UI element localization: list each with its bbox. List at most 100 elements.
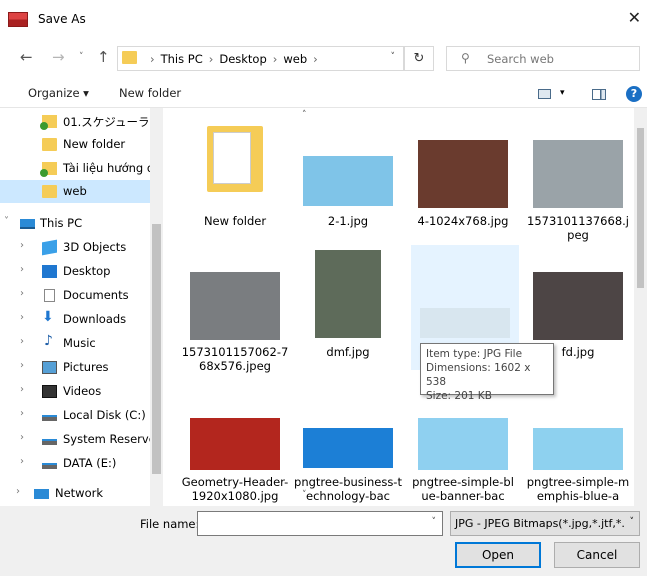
sidebar-item-network[interactable]: › Network <box>0 482 150 505</box>
sidebar-item-videos[interactable]: › Videos <box>0 380 150 403</box>
file-name: 2-1.jpg <box>327 214 369 228</box>
tooltip-dimensions: Dimensions: 1602 x 538 <box>426 362 531 388</box>
breadcrumb-this-pc[interactable]: This PC <box>161 52 203 66</box>
sidebar-item-new-folder[interactable]: New folder <box>0 133 150 156</box>
file-tile[interactable]: 1573101157062-768x576.jpeg <box>181 248 289 373</box>
command-toolbar: Organize ▾ New folder ▾ ? <box>0 80 647 108</box>
chevron-right-icon[interactable]: › <box>20 240 24 251</box>
folder-icon <box>122 51 137 64</box>
file-name-input[interactable]: ˅ <box>197 511 443 536</box>
file-tile[interactable]: pngtree-simple-blue-banner-bac <box>409 408 517 506</box>
file-list-scroll-thumb[interactable] <box>637 128 644 288</box>
sidebar-item-label: Pictures <box>63 360 109 374</box>
file-tile[interactable]: 4-1024x768.jpg <box>409 118 517 228</box>
file-info-tooltip: Item type: JPG File Dimensions: 1602 x 5… <box>420 343 554 402</box>
forward-arrow-icon[interactable]: → <box>52 48 65 66</box>
chevron-right-icon[interactable]: › <box>20 456 24 467</box>
sidebar-item-label: 01.スケジューラ <box>63 115 150 129</box>
disk-icon <box>42 463 57 469</box>
view-options-icon[interactable] <box>538 89 551 99</box>
file-tile[interactable]: Geometry-Header-1920x1080.jpg <box>181 408 289 506</box>
close-icon[interactable]: ✕ <box>628 8 641 27</box>
breadcrumb-separator-icon[interactable]: › <box>273 52 278 66</box>
chevron-down-icon[interactable]: ˅ <box>4 216 9 227</box>
sidebar-item-label: Network <box>55 486 104 500</box>
sidebar-item-web[interactable]: web <box>0 180 150 203</box>
address-dropdown-icon[interactable]: ˅ <box>391 52 396 62</box>
file-list-scrollbar[interactable] <box>634 108 647 506</box>
help-icon[interactable]: ? <box>626 86 642 102</box>
cube-icon <box>42 239 57 256</box>
breadcrumb: › This PC › Desktop › web › <box>144 52 324 66</box>
new-folder-button[interactable]: New folder <box>119 86 181 100</box>
image-thumbnail <box>303 428 393 468</box>
chevron-right-icon[interactable]: › <box>20 408 24 419</box>
sidebar-item-this-pc[interactable]: ˅ This PC <box>0 212 150 235</box>
chevron-right-icon[interactable]: › <box>20 264 24 275</box>
sidebar-item-label: Downloads <box>63 312 127 326</box>
sidebar-item-label: Documents <box>63 288 129 302</box>
sidebar-scrollbar[interactable]: ˄ ˅ <box>150 108 307 506</box>
file-type-dropdown-icon[interactable]: ˅ <box>629 517 634 527</box>
breadcrumb-desktop[interactable]: Desktop <box>219 52 266 66</box>
sidebar-item-label: Videos <box>63 384 102 398</box>
tooltip-item-type: Item type: JPG File <box>426 348 523 360</box>
pc-icon <box>20 219 35 229</box>
sidebar-item-scheduler[interactable]: 01.スケジューラ <box>0 110 150 133</box>
sidebar-item-label: Tài liệu hướng dẫ <box>63 161 150 175</box>
sidebar-item-music[interactable]: › ♪ Music <box>0 332 150 355</box>
file-name-dropdown-icon[interactable]: ˅ <box>432 517 437 527</box>
up-arrow-icon[interactable]: ↑ <box>97 48 110 66</box>
documents-icon <box>44 289 55 302</box>
back-arrow-icon[interactable]: ← <box>20 48 33 66</box>
search-input[interactable]: ⚲ Search web <box>446 46 640 71</box>
preview-pane-icon[interactable] <box>592 89 606 100</box>
disk-icon <box>42 439 57 445</box>
breadcrumb-separator-icon[interactable]: › <box>209 52 214 66</box>
sidebar-scroll-thumb[interactable] <box>152 224 161 474</box>
open-button[interactable]: Open <box>455 542 541 568</box>
recent-locations-chevron-icon[interactable]: ˅ <box>79 52 84 62</box>
sidebar-item-label: This PC <box>40 216 83 230</box>
image-thumbnail <box>533 140 623 208</box>
file-tile[interactable]: New folder <box>181 118 289 228</box>
chevron-right-icon[interactable]: › <box>20 312 24 323</box>
chevron-right-icon[interactable]: › <box>20 384 24 395</box>
sidebar-item-label: DATA (E:) <box>63 456 117 470</box>
disk-icon <box>42 415 57 421</box>
file-tile[interactable]: pngtree-business-technology-bac <box>294 408 402 506</box>
app-icon <box>8 12 28 27</box>
sidebar-item-3d-objects[interactable]: › 3D Objects <box>0 236 150 259</box>
sidebar-item-downloads[interactable]: › ⬇ Downloads <box>0 308 150 331</box>
sidebar-item-local-disk-c[interactable]: › Local Disk (C:) <box>0 404 150 427</box>
sidebar-item-documents[interactable]: › Documents <box>0 284 150 307</box>
chevron-right-icon[interactable]: › <box>20 360 24 371</box>
breadcrumb-web[interactable]: web <box>283 52 307 66</box>
view-dropdown-icon[interactable]: ▾ <box>560 88 565 98</box>
sidebar-item-desktop[interactable]: › Desktop <box>0 260 150 283</box>
sidebar-item-system-reserved[interactable]: › System Reserved <box>0 428 150 451</box>
sidebar-item-label: 3D Objects <box>63 240 127 254</box>
refresh-button[interactable]: ↻ <box>404 46 434 71</box>
music-icon: ♪ <box>44 333 53 349</box>
sidebar-item-tai-lieu[interactable]: Tài liệu hướng dẫ <box>0 157 150 180</box>
chevron-right-icon[interactable]: › <box>20 336 24 347</box>
sidebar-item-data-e[interactable]: › DATA (E:) <box>0 452 150 475</box>
sidebar-item-pictures[interactable]: › Pictures <box>0 356 150 379</box>
cancel-button[interactable]: Cancel <box>554 542 640 568</box>
breadcrumb-separator-icon[interactable]: › <box>313 52 318 66</box>
image-thumbnail <box>533 272 623 340</box>
image-thumbnail <box>418 418 508 470</box>
chevron-right-icon[interactable]: › <box>16 486 20 497</box>
file-type-select[interactable]: JPG - JPEG Bitmaps(*.jpg,*.jtf,*. ˅ <box>450 511 640 536</box>
organize-menu-button[interactable]: Organize ▾ <box>28 86 89 100</box>
file-tile[interactable]: pngtree-simple-memphis-blue-a <box>524 408 632 506</box>
folder-icon <box>42 138 57 151</box>
file-tile[interactable]: 2-1.jpg <box>294 118 402 228</box>
file-tile[interactable]: 1573101137668.jpeg <box>524 118 632 242</box>
file-tile[interactable]: dmf.jpg <box>294 248 402 368</box>
address-bar[interactable]: › This PC › Desktop › web › ˅ <box>117 46 404 71</box>
chevron-right-icon[interactable]: › <box>20 288 24 299</box>
search-placeholder: Search web <box>487 52 554 66</box>
chevron-right-icon[interactable]: › <box>20 432 24 443</box>
